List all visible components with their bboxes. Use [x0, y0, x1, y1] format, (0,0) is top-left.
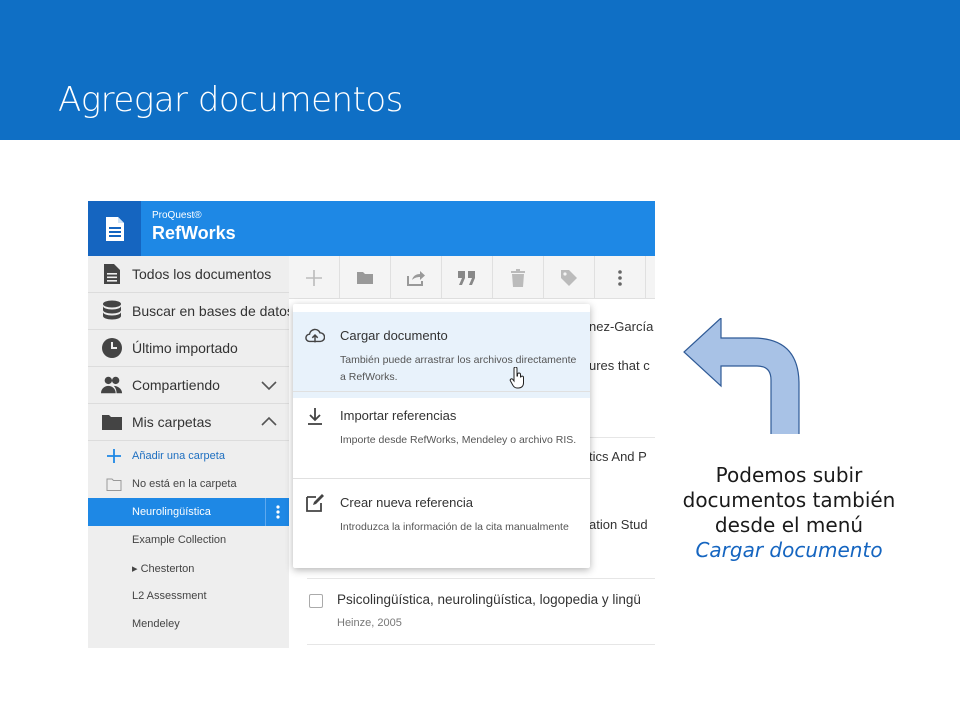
curved-arrow-icon: [683, 318, 800, 434]
caption-highlight: Cargar documento: [695, 538, 883, 562]
document-author: Heinze, 2005: [337, 617, 402, 629]
folder-outline-icon: [103, 473, 125, 495]
menu-item-description: Importe desde RefWorks, Mendeley o archi…: [340, 434, 577, 446]
menu-item-import-references[interactable]: Importar referencias Importe desde RefWo…: [293, 392, 590, 478]
edit-icon: [306, 494, 324, 512]
folder-icon: [357, 271, 373, 284]
list-item-fragment[interactable]: nez-García y: [589, 319, 655, 334]
divider: [307, 644, 655, 645]
sidebar-item-label: Último importado: [132, 340, 238, 356]
menu-item-create-reference[interactable]: Crear nueva referencia Introduzca la inf…: [293, 479, 590, 565]
share-icon: [407, 270, 425, 286]
menu-item-description: Introduzca la información de la cita man…: [340, 521, 569, 533]
tag-button[interactable]: [544, 256, 595, 299]
list-item-fragment[interactable]: ures that c: [589, 358, 650, 373]
slide-title: Agregar documentos: [58, 80, 403, 120]
sidebar-item-sharing[interactable]: Compartiendo: [88, 367, 289, 404]
folder-label: No está en la carpeta: [132, 478, 237, 490]
move-to-folder-button[interactable]: [340, 256, 391, 299]
menu-item-description: También puede arrastrar los archivos dir…: [340, 354, 577, 383]
add-folder-button[interactable]: Añadir una carpeta: [88, 442, 289, 470]
folder-item-not-in-folder[interactable]: No está en la carpeta: [88, 470, 289, 498]
menu-item-upload-document[interactable]: Cargar documento También puede arrastrar…: [293, 312, 590, 398]
menu-item-title: Cargar documento: [340, 328, 448, 343]
more-button[interactable]: [595, 256, 646, 299]
chevron-up-icon[interactable]: [261, 414, 277, 430]
folder-label: L2 Assessment: [132, 590, 207, 602]
caption-text: Podemos subir documentos también desde e…: [682, 463, 896, 537]
plus-icon: [103, 445, 125, 467]
divider: [307, 578, 655, 579]
chevron-down-icon[interactable]: [261, 377, 277, 393]
more-vertical-icon[interactable]: [265, 498, 289, 526]
add-icon: [306, 269, 322, 286]
folder-item-mendeley[interactable]: Mendeley: [88, 610, 289, 638]
quote-icon: [458, 270, 475, 285]
delete-button[interactable]: [493, 256, 544, 299]
list-item-fragment[interactable]: ation Stud: [589, 517, 648, 532]
folder-item-neurolinguistica[interactable]: Neurolingüística: [88, 498, 289, 526]
tag-icon: [561, 269, 577, 286]
trash-icon: [511, 268, 525, 287]
folder-item-l2-assessment[interactable]: L2 Assessment: [88, 582, 289, 610]
sidebar-item-last-imported[interactable]: Último importado: [88, 330, 289, 367]
toolbar: [289, 256, 655, 299]
slide-header: Agregar documentos: [0, 0, 960, 140]
sidebar-item-label: Todos los documentos: [132, 266, 272, 282]
folder-label: Example Collection: [132, 534, 227, 546]
sidebar-item-label: Buscar en bases de datos: [132, 303, 294, 319]
caption: Podemos subir documentos también desde e…: [675, 463, 903, 563]
folder-item-example-collection[interactable]: Example Collection: [88, 526, 289, 554]
brand-refworks: RefWorks: [152, 223, 236, 243]
list-item-fragment[interactable]: tics And P: [589, 449, 647, 464]
folder-label: Mendeley: [132, 618, 180, 630]
hand-cursor-icon: [509, 367, 524, 389]
menu-item-title: Importar referencias: [340, 408, 457, 423]
folder-label: Neurolingüística: [132, 506, 211, 518]
refworks-screenshot: ProQuest® RefWorks Todos los documentos …: [88, 201, 655, 648]
app-logo[interactable]: [88, 201, 141, 256]
sidebar-item-search-databases[interactable]: Buscar en bases de datos: [88, 293, 294, 330]
database-icon: [101, 300, 123, 322]
sidebar-item-label: Mis carpetas: [132, 414, 212, 430]
document-title[interactable]: Psicolingüística, neurolingüística, logo…: [337, 592, 641, 607]
folder-icon: [101, 411, 123, 433]
sidebar-item-label: Compartiendo: [132, 377, 220, 393]
cloud-upload-icon: [305, 328, 325, 343]
folder-label: ▸ Chesterton: [132, 562, 195, 575]
sidebar: Todos los documentos Buscar en bases de …: [88, 256, 294, 648]
sidebar-item-my-folders[interactable]: Mis carpetas: [88, 404, 289, 441]
document-icon: [105, 216, 124, 241]
share-button[interactable]: [391, 256, 442, 299]
add-dropdown-menu: Cargar documento También puede arrastrar…: [293, 304, 590, 568]
document-icon: [101, 263, 123, 285]
clock-icon: [101, 337, 123, 359]
brand-proquest: ProQuest®: [152, 210, 202, 221]
row-checkbox[interactable]: [309, 594, 323, 608]
add-folder-label: Añadir una carpeta: [132, 450, 225, 462]
folder-item-chesterton[interactable]: ▸ Chesterton: [88, 554, 289, 582]
more-icon: [618, 269, 622, 286]
people-icon: [101, 374, 123, 396]
add-button[interactable]: [289, 256, 340, 299]
app-topbar: ProQuest® RefWorks: [88, 201, 655, 256]
download-icon: [308, 408, 322, 425]
menu-item-title: Crear nueva referencia: [340, 495, 473, 510]
sidebar-item-all-documents[interactable]: Todos los documentos: [88, 256, 289, 293]
cite-button[interactable]: [442, 256, 493, 299]
slide: Agregar documentos ProQuest® RefWorks To…: [0, 0, 960, 720]
